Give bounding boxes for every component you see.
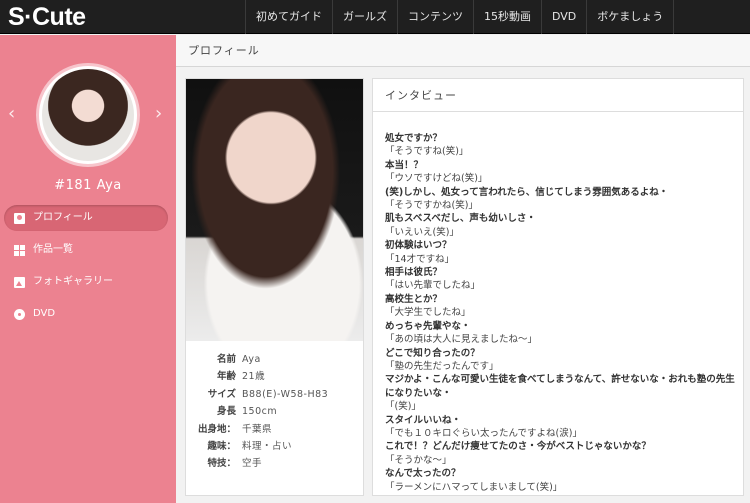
interview-question: これで！？どんだけ痩せてたのさ・今がベストじゃないかな？ (385, 441, 651, 453)
interview-answer: 「ラーメンにハマってしまいまして(笑)」 (385, 481, 563, 493)
interview-answer: 「でも１０キロぐらい太ったんですよね(涙)」 (385, 427, 582, 439)
interview-answer: 「そうですね(笑)」 (385, 146, 469, 158)
interview-answer: 「14才ですね」 (385, 253, 455, 265)
interview-answer: 「ウソですけどね(笑)」 (385, 173, 488, 185)
side-menu: プロフィール 作品一覧 フォトギャラリー DVD (4, 205, 168, 333)
info-label: 趣味： (207, 440, 236, 452)
disc-icon (14, 308, 25, 320)
prev-arrow-icon[interactable]: ‹ (8, 103, 15, 124)
sidebar-item-label: 作品一覧 (33, 244, 73, 255)
interview-answer: 「そうですかね(笑)」 (385, 200, 478, 212)
interview-answer: 「いえいえ(笑)」 (385, 226, 459, 238)
profile-row-name: 名前 Aya (186, 351, 363, 368)
nav-item-girls[interactable]: ガールズ (332, 0, 397, 34)
avatar (36, 63, 140, 167)
interview-question: めっちゃ先輩やな・ (385, 320, 471, 332)
interview-question: 相手は彼氏？ (385, 267, 443, 279)
sidebar-item-dvd[interactable]: DVD (4, 301, 168, 327)
profile-row-size: サイズ B88(E)-W58-H83 (186, 386, 363, 403)
interview-question: マジかよ・こんな可愛い生徒を食べてしまうなんて、許せないな・おれも塾の先生になり… (385, 374, 735, 399)
page-title: プロフィール (176, 35, 750, 67)
top-bar: S·Cute 初めてガイド ガールズ コンテンツ 15秒動画 DVD ボケましょ… (0, 0, 750, 34)
profile-info: 名前 Aya 年齢 21歳 サイズ B88(E)-W58-H83 身長 150c… (186, 351, 363, 473)
interview-answer: 「大学生でしたね」 (385, 307, 471, 319)
profile-row-skill: 特技： 空手 (186, 455, 363, 472)
profile-row-age: 年齢 21歳 (186, 368, 363, 385)
profile-row-hometown: 出身地： 千葉県 (186, 421, 363, 438)
sidebar-item-label: DVD (33, 308, 56, 319)
main-content: プロフィール 名前 Aya 年齢 21歳 サイズ B88(E)-W58-H83 … (176, 35, 750, 503)
main-nav: 初めてガイド ガールズ コンテンツ 15秒動画 DVD ボケましょう (245, 0, 675, 34)
nav-item-dvd[interactable]: DVD (541, 0, 586, 34)
sidebar-item-profile[interactable]: プロフィール (4, 205, 168, 231)
interview-question: スタイルいいね・ (385, 414, 462, 426)
site-logo[interactable]: S·Cute (8, 2, 86, 32)
interview-answer: 「塾の先生だったんです」 (385, 360, 499, 372)
info-label: サイズ (207, 388, 236, 400)
avatar-image (42, 69, 134, 161)
interview-question: 肌もスベスベだし、声も幼いしさ・ (385, 213, 536, 225)
interview-answer: 「そうかな〜」 (385, 454, 452, 466)
interview-answer: 「(笑)」 (385, 401, 421, 413)
grid-icon (14, 244, 25, 256)
nav-item-contents[interactable]: コンテンツ (397, 0, 473, 34)
profile-row-hobby: 趣味： 料理・占い (186, 438, 363, 455)
photo-icon (14, 276, 25, 288)
interview-question: どこで知り合ったの？ (385, 347, 480, 359)
info-label: 身長 (216, 406, 236, 418)
interview-question: 処女ですか？ (385, 133, 443, 144)
interview-question: 高校生とか？ (385, 293, 443, 305)
info-value: B88(E)-W58-H83 (242, 388, 329, 400)
info-value: 空手 (242, 458, 263, 470)
info-value: 21歳 (242, 371, 266, 383)
info-label: 年齢 (216, 371, 236, 383)
interview-question: 本当！？ (385, 159, 424, 171)
interview-title: インタビュー (373, 79, 743, 112)
info-label: 特技： (207, 458, 236, 470)
interview-panel: インタビュー 処女ですか？ 「そうですね(笑)」 本当！？ 「ウソですけどね(笑)」(… (372, 78, 744, 496)
info-value: 150cm (242, 406, 278, 418)
interview-answer: 「あの頃は大人に見えましたね〜」 (385, 334, 538, 346)
sidebar-item-label: プロフィール (33, 212, 93, 223)
nav-item-guide[interactable]: 初めてガイド (245, 0, 332, 34)
interview-answer: 「はい先輩でしたね」 (385, 280, 481, 292)
info-label: 名前 (216, 354, 236, 365)
info-value: 料理・占い (242, 440, 293, 452)
profile-photo (186, 79, 363, 341)
profile-icon (14, 212, 25, 224)
nav-item-15sec-video[interactable]: 15秒動画 (473, 0, 541, 34)
next-arrow-icon[interactable]: › (155, 103, 162, 124)
interview-body: 処女ですか？ 「そうですね(笑)」 本当！？ 「ウソですけどね(笑)」 (笑)しかし、処… (385, 132, 737, 494)
interview-question: 初体験はいつ？ (385, 240, 452, 252)
sidebar-item-works[interactable]: 作品一覧 (4, 237, 168, 263)
member-name: #181 Aya (54, 178, 122, 193)
interview-question: なんで太ったの？ (385, 468, 461, 480)
interview-question: (笑)しかし、処女って言われたら、信じてしまう雰囲気あるよね・ (385, 186, 669, 198)
profile-row-height: 身長 150cm (186, 403, 363, 420)
sidebar: ‹ › #181 Aya プロフィール 作品一覧 フォトギャラリー DVD (0, 35, 176, 503)
info-value: 千葉県 (242, 423, 273, 435)
sidebar-item-photo-gallery[interactable]: フォトギャラリー (4, 269, 168, 295)
sidebar-item-label: フォトギャラリー (33, 276, 113, 287)
nav-item-boke[interactable]: ボケましょう (586, 0, 675, 34)
profile-card: 名前 Aya 年齢 21歳 サイズ B88(E)-W58-H83 身長 150c… (185, 78, 364, 496)
info-label: 出身地： (197, 423, 236, 435)
info-value: Aya (242, 354, 261, 365)
